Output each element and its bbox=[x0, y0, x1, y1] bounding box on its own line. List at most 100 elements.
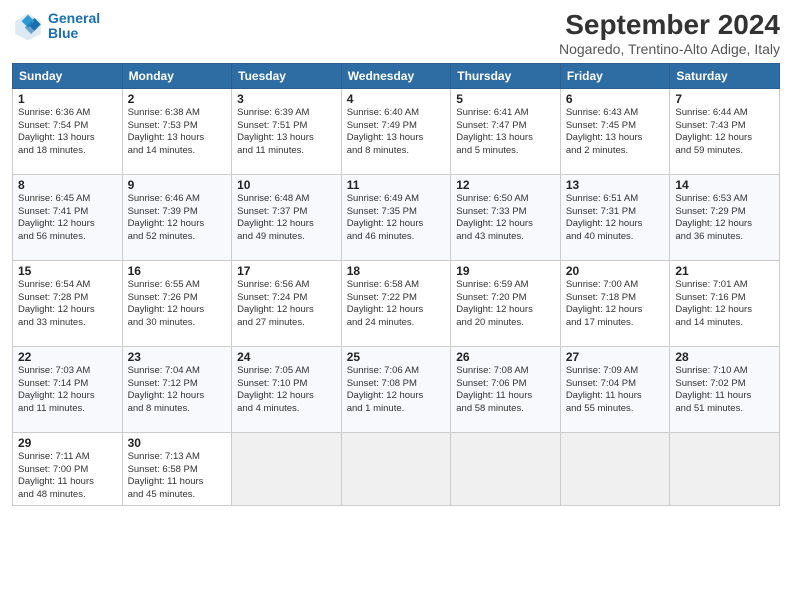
table-row: 23Sunrise: 7:04 AMSunset: 7:12 PMDayligh… bbox=[122, 346, 232, 432]
table-row: 1Sunrise: 6:36 AMSunset: 7:54 PMDaylight… bbox=[13, 88, 123, 174]
day-number: 20 bbox=[566, 264, 665, 278]
table-row: 28Sunrise: 7:10 AMSunset: 7:02 PMDayligh… bbox=[670, 346, 780, 432]
table-row bbox=[560, 432, 670, 505]
day-info: Sunrise: 6:41 AMSunset: 7:47 PMDaylight:… bbox=[456, 107, 555, 158]
table-row: 11Sunrise: 6:49 AMSunset: 7:35 PMDayligh… bbox=[341, 174, 451, 260]
day-number: 23 bbox=[128, 350, 227, 364]
day-info: Sunrise: 7:06 AMSunset: 7:08 PMDaylight:… bbox=[347, 365, 446, 416]
day-info: Sunrise: 6:51 AMSunset: 7:31 PMDaylight:… bbox=[566, 193, 665, 244]
table-row: 15Sunrise: 6:54 AMSunset: 7:28 PMDayligh… bbox=[13, 260, 123, 346]
day-number: 24 bbox=[237, 350, 336, 364]
col-wednesday: Wednesday bbox=[341, 63, 451, 88]
day-info: Sunrise: 7:10 AMSunset: 7:02 PMDaylight:… bbox=[675, 365, 774, 416]
day-number: 9 bbox=[128, 178, 227, 192]
day-info: Sunrise: 6:44 AMSunset: 7:43 PMDaylight:… bbox=[675, 107, 774, 158]
table-row: 8Sunrise: 6:45 AMSunset: 7:41 PMDaylight… bbox=[13, 174, 123, 260]
day-number: 5 bbox=[456, 92, 555, 106]
table-row: 10Sunrise: 6:48 AMSunset: 7:37 PMDayligh… bbox=[232, 174, 342, 260]
table-row: 26Sunrise: 7:08 AMSunset: 7:06 PMDayligh… bbox=[451, 346, 561, 432]
table-row: 21Sunrise: 7:01 AMSunset: 7:16 PMDayligh… bbox=[670, 260, 780, 346]
table-row: 16Sunrise: 6:55 AMSunset: 7:26 PMDayligh… bbox=[122, 260, 232, 346]
day-number: 22 bbox=[18, 350, 117, 364]
day-number: 2 bbox=[128, 92, 227, 106]
day-info: Sunrise: 6:39 AMSunset: 7:51 PMDaylight:… bbox=[237, 107, 336, 158]
table-row: 30Sunrise: 7:13 AMSunset: 6:58 PMDayligh… bbox=[122, 432, 232, 505]
day-number: 30 bbox=[128, 436, 227, 450]
day-info: Sunrise: 6:50 AMSunset: 7:33 PMDaylight:… bbox=[456, 193, 555, 244]
table-row: 20Sunrise: 7:00 AMSunset: 7:18 PMDayligh… bbox=[560, 260, 670, 346]
col-tuesday: Tuesday bbox=[232, 63, 342, 88]
day-info: Sunrise: 6:58 AMSunset: 7:22 PMDaylight:… bbox=[347, 279, 446, 330]
table-row: 13Sunrise: 6:51 AMSunset: 7:31 PMDayligh… bbox=[560, 174, 670, 260]
day-info: Sunrise: 6:53 AMSunset: 7:29 PMDaylight:… bbox=[675, 193, 774, 244]
day-number: 19 bbox=[456, 264, 555, 278]
table-row: 3Sunrise: 6:39 AMSunset: 7:51 PMDaylight… bbox=[232, 88, 342, 174]
day-number: 14 bbox=[675, 178, 774, 192]
day-info: Sunrise: 6:55 AMSunset: 7:26 PMDaylight:… bbox=[128, 279, 227, 330]
table-row bbox=[341, 432, 451, 505]
table-row: 12Sunrise: 6:50 AMSunset: 7:33 PMDayligh… bbox=[451, 174, 561, 260]
logo: General Blue bbox=[12, 10, 100, 42]
day-info: Sunrise: 6:40 AMSunset: 7:49 PMDaylight:… bbox=[347, 107, 446, 158]
day-info: Sunrise: 6:38 AMSunset: 7:53 PMDaylight:… bbox=[128, 107, 227, 158]
col-sunday: Sunday bbox=[13, 63, 123, 88]
calendar-table: Sunday Monday Tuesday Wednesday Thursday… bbox=[12, 63, 780, 506]
day-number: 28 bbox=[675, 350, 774, 364]
table-row: 24Sunrise: 7:05 AMSunset: 7:10 PMDayligh… bbox=[232, 346, 342, 432]
day-info: Sunrise: 6:59 AMSunset: 7:20 PMDaylight:… bbox=[456, 279, 555, 330]
col-friday: Friday bbox=[560, 63, 670, 88]
day-info: Sunrise: 7:01 AMSunset: 7:16 PMDaylight:… bbox=[675, 279, 774, 330]
logo-text: General Blue bbox=[48, 11, 100, 42]
table-row: 7Sunrise: 6:44 AMSunset: 7:43 PMDaylight… bbox=[670, 88, 780, 174]
logo-icon bbox=[12, 10, 44, 42]
col-saturday: Saturday bbox=[670, 63, 780, 88]
table-row bbox=[670, 432, 780, 505]
logo-blue: Blue bbox=[48, 26, 100, 41]
table-row: 17Sunrise: 6:56 AMSunset: 7:24 PMDayligh… bbox=[232, 260, 342, 346]
day-number: 8 bbox=[18, 178, 117, 192]
logo-general: General bbox=[48, 10, 100, 26]
page: General Blue September 2024 Nogaredo, Tr… bbox=[0, 0, 792, 612]
day-number: 1 bbox=[18, 92, 117, 106]
day-number: 11 bbox=[347, 178, 446, 192]
day-number: 15 bbox=[18, 264, 117, 278]
day-info: Sunrise: 7:13 AMSunset: 6:58 PMDaylight:… bbox=[128, 451, 227, 502]
day-number: 6 bbox=[566, 92, 665, 106]
calendar-header-row: Sunday Monday Tuesday Wednesday Thursday… bbox=[13, 63, 780, 88]
day-number: 12 bbox=[456, 178, 555, 192]
table-row: 27Sunrise: 7:09 AMSunset: 7:04 PMDayligh… bbox=[560, 346, 670, 432]
day-info: Sunrise: 7:05 AMSunset: 7:10 PMDaylight:… bbox=[237, 365, 336, 416]
main-title: September 2024 bbox=[559, 10, 780, 41]
day-info: Sunrise: 6:54 AMSunset: 7:28 PMDaylight:… bbox=[18, 279, 117, 330]
table-row: 5Sunrise: 6:41 AMSunset: 7:47 PMDaylight… bbox=[451, 88, 561, 174]
day-number: 7 bbox=[675, 92, 774, 106]
table-row: 18Sunrise: 6:58 AMSunset: 7:22 PMDayligh… bbox=[341, 260, 451, 346]
day-number: 26 bbox=[456, 350, 555, 364]
day-info: Sunrise: 7:11 AMSunset: 7:00 PMDaylight:… bbox=[18, 451, 117, 502]
table-row bbox=[232, 432, 342, 505]
table-row: 14Sunrise: 6:53 AMSunset: 7:29 PMDayligh… bbox=[670, 174, 780, 260]
day-number: 4 bbox=[347, 92, 446, 106]
table-row: 29Sunrise: 7:11 AMSunset: 7:00 PMDayligh… bbox=[13, 432, 123, 505]
day-number: 10 bbox=[237, 178, 336, 192]
table-row: 19Sunrise: 6:59 AMSunset: 7:20 PMDayligh… bbox=[451, 260, 561, 346]
day-info: Sunrise: 6:36 AMSunset: 7:54 PMDaylight:… bbox=[18, 107, 117, 158]
day-info: Sunrise: 7:09 AMSunset: 7:04 PMDaylight:… bbox=[566, 365, 665, 416]
day-number: 27 bbox=[566, 350, 665, 364]
day-info: Sunrise: 6:56 AMSunset: 7:24 PMDaylight:… bbox=[237, 279, 336, 330]
table-row: 4Sunrise: 6:40 AMSunset: 7:49 PMDaylight… bbox=[341, 88, 451, 174]
col-monday: Monday bbox=[122, 63, 232, 88]
table-row: 2Sunrise: 6:38 AMSunset: 7:53 PMDaylight… bbox=[122, 88, 232, 174]
day-info: Sunrise: 7:08 AMSunset: 7:06 PMDaylight:… bbox=[456, 365, 555, 416]
table-row bbox=[451, 432, 561, 505]
day-info: Sunrise: 6:43 AMSunset: 7:45 PMDaylight:… bbox=[566, 107, 665, 158]
day-number: 17 bbox=[237, 264, 336, 278]
table-row: 22Sunrise: 7:03 AMSunset: 7:14 PMDayligh… bbox=[13, 346, 123, 432]
day-info: Sunrise: 6:49 AMSunset: 7:35 PMDaylight:… bbox=[347, 193, 446, 244]
col-thursday: Thursday bbox=[451, 63, 561, 88]
table-row: 9Sunrise: 6:46 AMSunset: 7:39 PMDaylight… bbox=[122, 174, 232, 260]
day-number: 18 bbox=[347, 264, 446, 278]
day-info: Sunrise: 6:45 AMSunset: 7:41 PMDaylight:… bbox=[18, 193, 117, 244]
table-row: 25Sunrise: 7:06 AMSunset: 7:08 PMDayligh… bbox=[341, 346, 451, 432]
subtitle: Nogaredo, Trentino-Alto Adige, Italy bbox=[559, 41, 780, 57]
